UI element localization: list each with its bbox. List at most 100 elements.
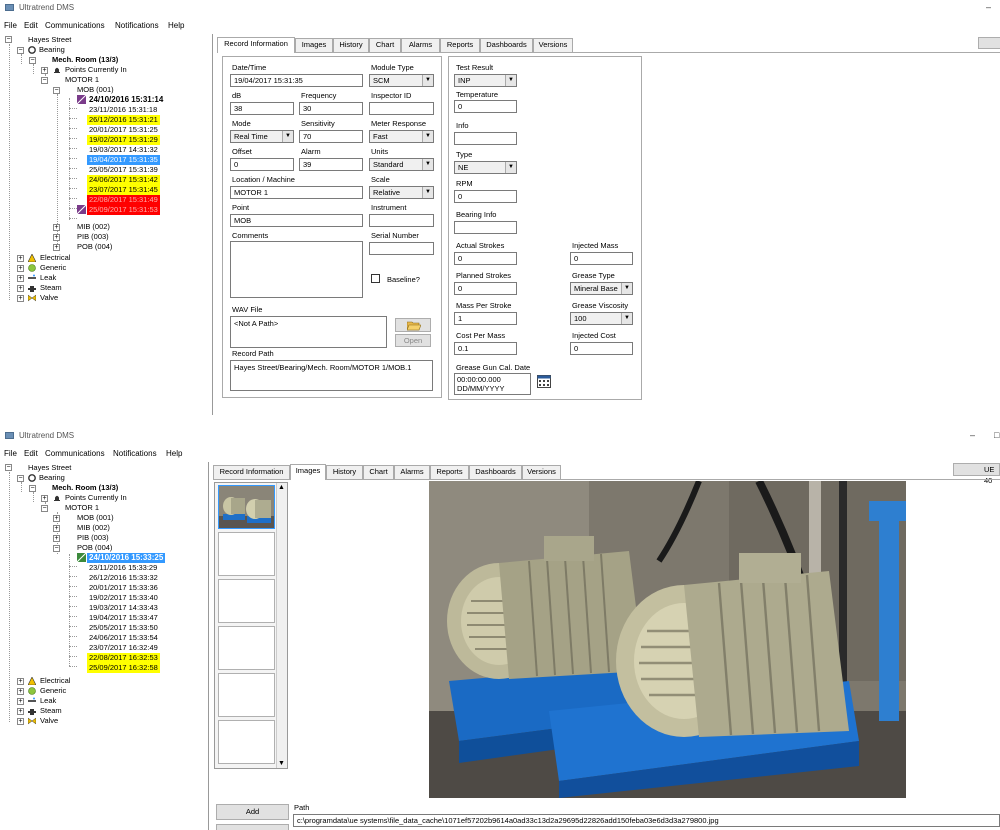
tree-node-mob[interactable]: MOB (001) [77, 85, 114, 95]
menu-communications[interactable]: Communications [45, 21, 105, 30]
tab-history[interactable]: History [333, 38, 369, 52]
actual-strokes-field[interactable]: 0 [454, 252, 517, 265]
tab-versions[interactable]: Versions [522, 465, 561, 479]
tab-images[interactable]: Images [295, 38, 333, 52]
tab-reports[interactable]: Reports [440, 38, 480, 52]
tree-record[interactable]: 19/03/2017 14:31:32 [89, 145, 158, 155]
expand-icon[interactable]: + [17, 285, 24, 292]
tree-node-generic[interactable]: Generic [40, 263, 66, 273]
expand-icon[interactable]: + [17, 265, 24, 272]
expand-icon[interactable]: + [17, 295, 24, 302]
tab-versions[interactable]: Versions [533, 38, 573, 52]
tree-node-mech-room[interactable]: Mech. Room (13/3) [52, 483, 118, 493]
thumbnail-scrollbar[interactable]: ▲ ▼ [276, 483, 287, 768]
serial-number-field[interactable] [369, 242, 434, 255]
tree-node-valve[interactable]: Valve [40, 293, 58, 303]
expand-icon[interactable]: + [17, 708, 24, 715]
tree-node-bearing[interactable]: Bearing [39, 45, 65, 55]
inspector-id-field[interactable] [369, 102, 434, 115]
bearing-info-field[interactable] [454, 221, 517, 234]
tree-node-valve[interactable]: Valve [40, 716, 58, 726]
tree-node-motor-1[interactable]: MOTOR 1 [65, 75, 99, 85]
expand-icon[interactable]: + [17, 688, 24, 695]
mass-per-stroke-field[interactable]: 1 [454, 312, 517, 325]
tree-node-hayes-street[interactable]: Hayes Street [28, 35, 71, 45]
tree-node-mech-room[interactable]: Mech. Room (13/3) [52, 55, 118, 65]
tab-record-information[interactable]: Record Information [217, 37, 295, 53]
menu-notifications[interactable]: Notifications [115, 21, 159, 30]
tab-images[interactable]: Images [290, 464, 326, 480]
location-tree[interactable]: − Hayes Street − Bearing − Mech. Room (1… [0, 462, 209, 830]
scale-dropdown[interactable]: Relative ▼ [369, 186, 434, 199]
planned-strokes-field[interactable]: 0 [454, 282, 517, 295]
date-time-field[interactable]: 19/04/2017 15:31:35 [230, 74, 363, 87]
tab-reports[interactable]: Reports [430, 465, 469, 479]
tree-record[interactable]: 26/12/2016 15:33:32 [89, 573, 158, 583]
thumbnail-empty[interactable] [218, 579, 275, 623]
alarm-field[interactable]: 39 [299, 158, 363, 171]
remove-image-button[interactable] [216, 824, 289, 830]
tree-record-alarm-yellow[interactable]: 22/08/2017 16:32:53 [87, 653, 160, 663]
tree-node-mib[interactable]: MIB (002) [77, 222, 110, 232]
comments-textarea[interactable] [230, 241, 363, 298]
ue40-button[interactable]: UE 40 [953, 463, 1000, 485]
collapse-icon[interactable]: − [41, 505, 48, 512]
thumbnail-empty[interactable] [218, 673, 275, 717]
point-field[interactable]: MOB [230, 214, 363, 227]
location-machine-field[interactable]: MOTOR 1 [230, 186, 363, 199]
meter-response-dropdown[interactable]: Fast ▼ [369, 130, 434, 143]
collapse-icon[interactable]: − [5, 464, 12, 471]
tab-record-information[interactable]: Record Information [213, 465, 290, 479]
open-button[interactable]: Open [395, 334, 431, 347]
expand-icon[interactable]: + [17, 698, 24, 705]
wav-file-field[interactable]: <Not A Path> [230, 316, 387, 348]
tree-record[interactable]: 19/03/2017 14:33:43 [89, 603, 158, 613]
chevron-up-icon[interactable]: ▲ [278, 484, 285, 491]
expand-icon[interactable]: + [53, 525, 60, 532]
tree-record-selected[interactable]: 19/04/2017 15:31:35 [87, 155, 160, 165]
add-image-button[interactable]: Add [216, 804, 289, 820]
tree-node-points-currently-in[interactable]: Points Currently In [65, 65, 127, 75]
tree-record-alarm-yellow[interactable]: 25/09/2017 16:32:58 [87, 663, 160, 673]
collapse-icon[interactable]: − [5, 36, 12, 43]
collapse-icon[interactable]: − [53, 87, 60, 94]
injected-mass-field[interactable]: 0 [570, 252, 633, 265]
tree-node-steam[interactable]: Steam [40, 706, 62, 716]
tree-record-alarm-yellow[interactable]: 19/02/2017 15:31:29 [87, 135, 160, 145]
browse-folder-button[interactable] [395, 318, 431, 332]
menu-notifications[interactable]: Notifications [113, 449, 157, 458]
menu-help[interactable]: Help [168, 21, 184, 30]
tree-record[interactable]: 23/11/2016 15:31:18 [89, 105, 157, 115]
tree-record[interactable]: 19/04/2017 15:33:47 [89, 613, 158, 623]
maximize-icon[interactable]: □ [994, 430, 999, 440]
tree-node-leak[interactable]: Leak [40, 696, 56, 706]
record-image-viewer[interactable] [429, 481, 906, 798]
record-path-field[interactable]: Hayes Street/Bearing/Mech. Room/MOTOR 1/… [230, 360, 433, 391]
tree-node-leak[interactable]: Leak [40, 273, 56, 283]
expand-icon[interactable]: + [17, 255, 24, 262]
tree-record-selected[interactable]: 24/10/2016 15:33:25 [87, 553, 166, 563]
injected-cost-field[interactable]: 0 [570, 342, 633, 355]
tree-node-pob[interactable]: POB (004) [77, 543, 112, 553]
collapse-icon[interactable]: − [29, 485, 36, 492]
expand-icon[interactable]: + [17, 275, 24, 282]
tree-record[interactable]: 20/01/2017 15:33:36 [89, 583, 158, 593]
tree-record[interactable]: 19/02/2017 15:33:40 [89, 593, 158, 603]
collapse-icon[interactable]: − [53, 545, 60, 552]
tree-record[interactable]: 20/01/2017 15:31:25 [89, 125, 158, 135]
tree-node-pib[interactable]: PIB (003) [77, 232, 109, 242]
expand-icon[interactable]: + [17, 718, 24, 725]
tree-node-steam[interactable]: Steam [40, 283, 62, 293]
rpm-field[interactable]: 0 [454, 190, 517, 203]
calendar-icon[interactable] [537, 375, 551, 388]
db-field[interactable]: 38 [230, 102, 294, 115]
tab-alarms[interactable]: Alarms [401, 38, 440, 52]
units-dropdown[interactable]: Standard ▼ [369, 158, 434, 171]
thumbnail-empty[interactable] [218, 626, 275, 670]
tab-dashboards[interactable]: Dashboards [480, 38, 533, 52]
temperature-field[interactable]: 0 [454, 100, 517, 113]
location-tree[interactable]: − Hayes Street − Bearing − Mech. Room (1… [0, 34, 213, 415]
minimize-icon[interactable]: – [986, 2, 991, 12]
tree-record-alarm-yellow[interactable]: 24/06/2017 15:31:42 [87, 175, 160, 185]
sensitivity-field[interactable]: 70 [299, 130, 363, 143]
